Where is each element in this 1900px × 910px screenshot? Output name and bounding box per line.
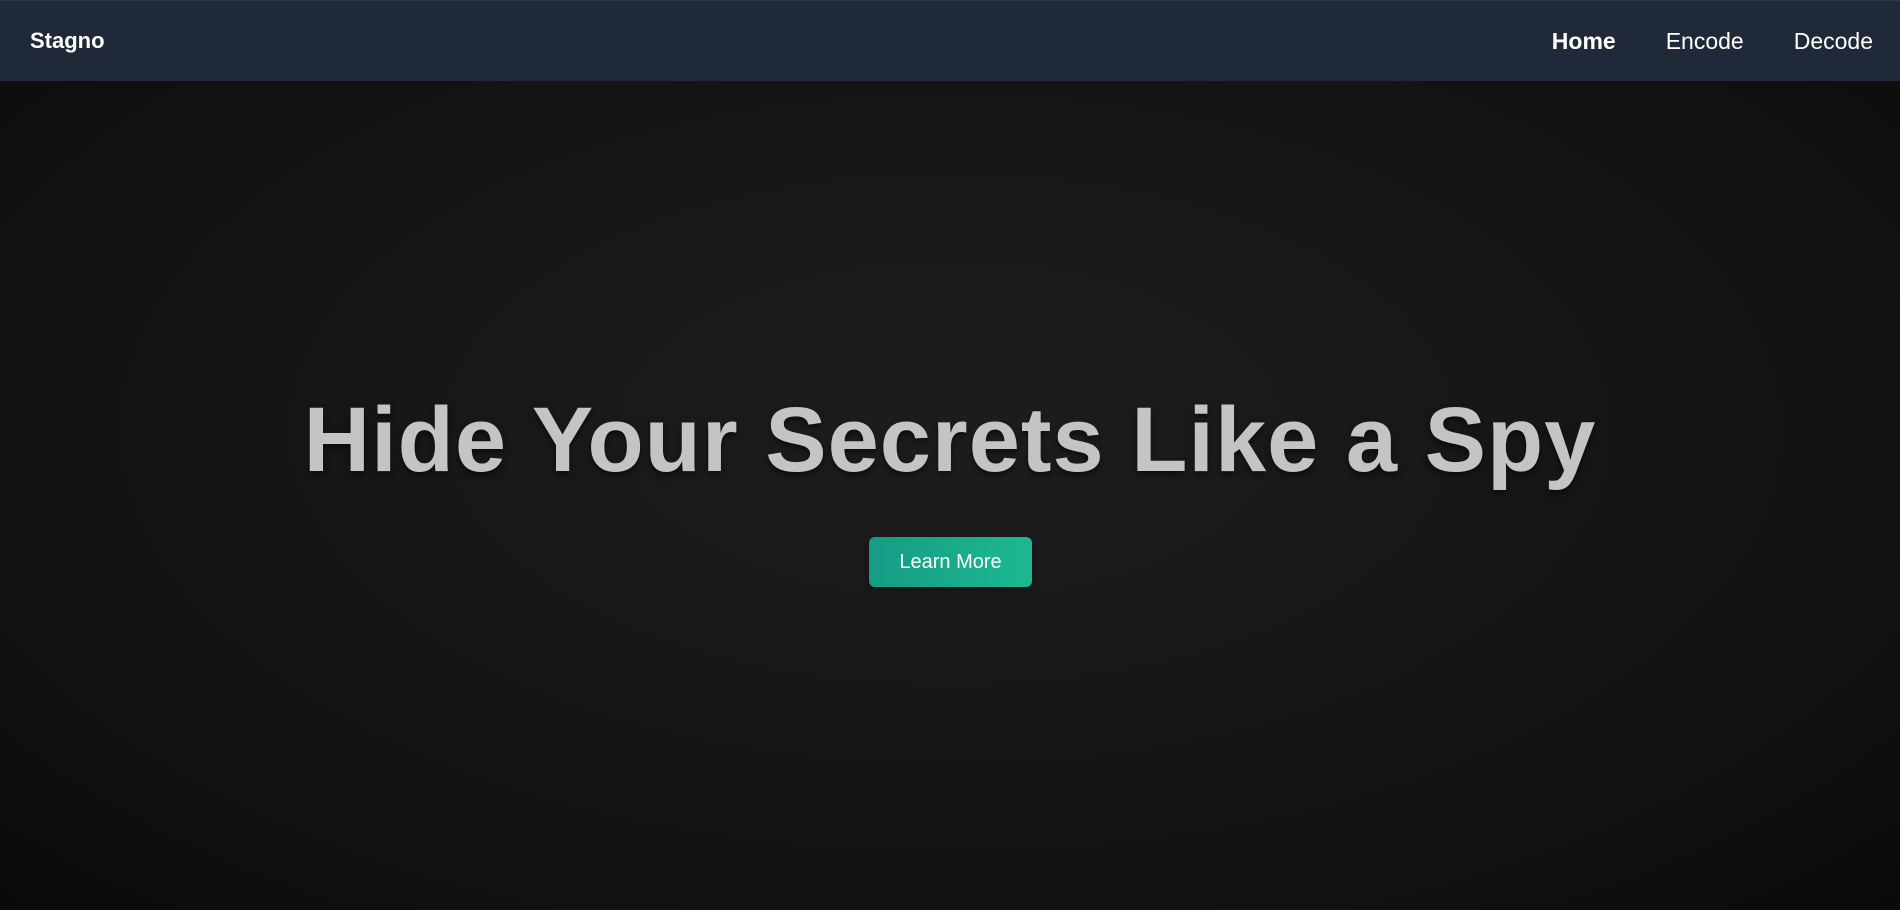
hero-section: Hide Your Secrets Like a Spy Learn More: [0, 81, 1900, 910]
nav-link-encode[interactable]: Encode: [1666, 28, 1744, 55]
navbar: Stagno Home Encode Decode: [0, 0, 1900, 81]
nav-links: Home Encode Decode: [1502, 28, 1873, 55]
brand-logo-link[interactable]: Stagno: [30, 28, 105, 54]
nav-link-decode[interactable]: Decode: [1794, 28, 1873, 55]
nav-link-home[interactable]: Home: [1552, 28, 1616, 55]
learn-more-button[interactable]: Learn More: [869, 537, 1032, 587]
hero-title: Hide Your Secrets Like a Spy: [303, 389, 1597, 491]
